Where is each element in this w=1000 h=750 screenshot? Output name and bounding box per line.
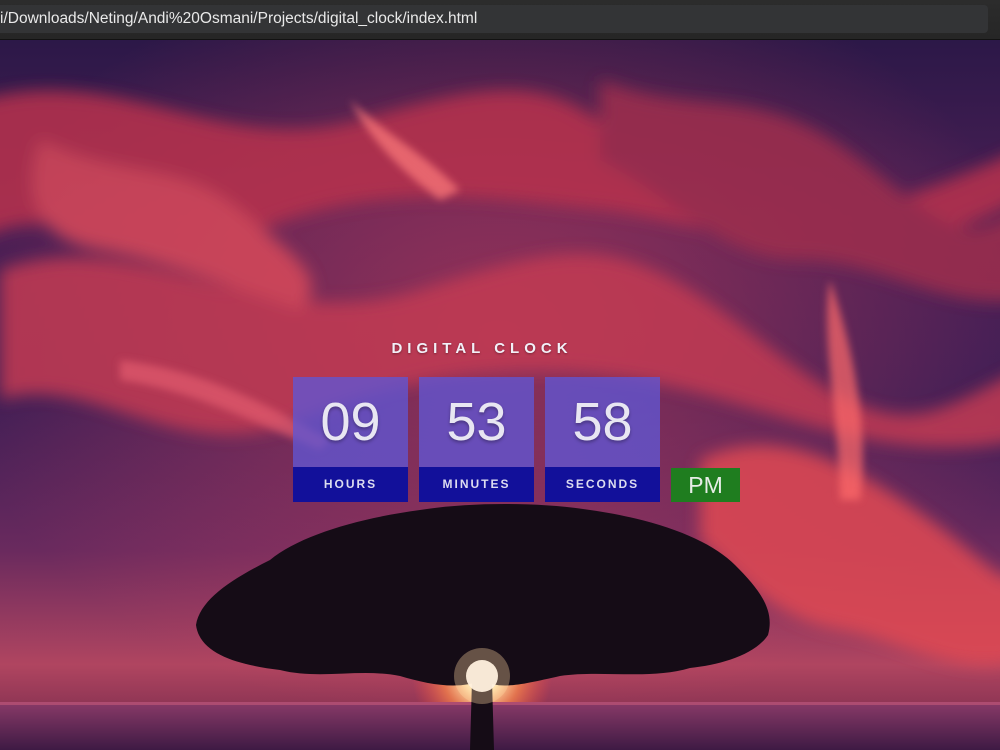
- seconds-value: 58: [545, 377, 660, 467]
- seconds-label: SECONDS: [545, 467, 660, 502]
- hours-unit: 09 HOURS: [293, 377, 408, 502]
- minutes-unit: 53 MINUTES: [419, 377, 534, 502]
- clock-title: DIGITAL CLOCK: [391, 340, 573, 357]
- minutes-value: 53: [419, 377, 534, 467]
- address-bar[interactable]: i/Downloads/Neting/Andi%20Osmani/Project…: [0, 5, 988, 33]
- am-pm-indicator: PM: [671, 468, 740, 502]
- seconds-unit: 58 SECONDS: [545, 377, 660, 502]
- hours-label: HOURS: [293, 467, 408, 502]
- hours-value: 09: [293, 377, 408, 467]
- minutes-label: MINUTES: [419, 467, 534, 502]
- browser-toolbar: i/Downloads/Neting/Andi%20Osmani/Project…: [0, 0, 1000, 40]
